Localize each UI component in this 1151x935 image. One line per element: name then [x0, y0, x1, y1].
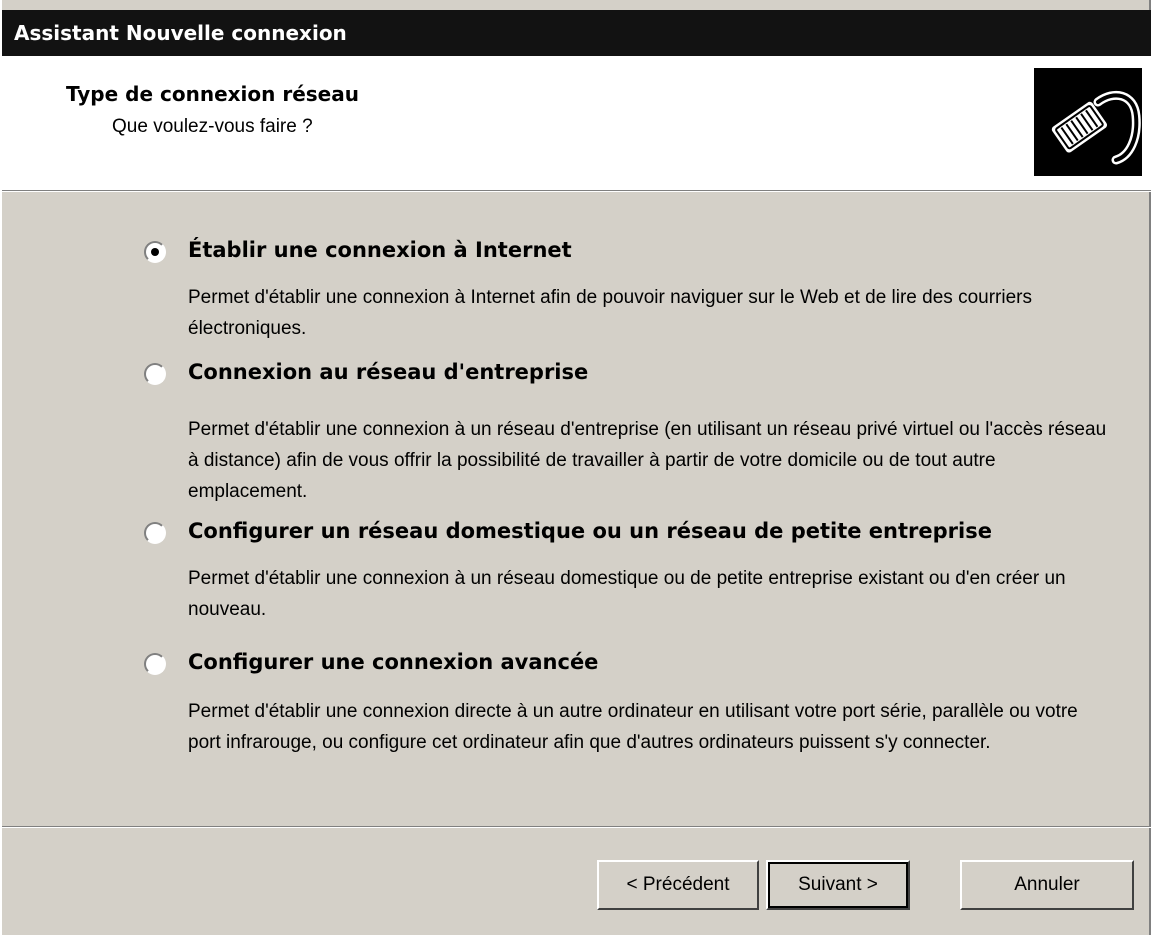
cancel-button[interactable]: Annuler: [960, 860, 1134, 910]
header-separator: [2, 190, 1151, 192]
option-home-network-label[interactable]: Configurer un réseau domestique ou un ré…: [188, 519, 992, 543]
option-internet-description: Permet d'établir une connexion à Interne…: [188, 287, 1032, 339]
title-bar: Assistant Nouvelle connexion: [2, 10, 1151, 56]
wizard-window: Assistant Nouvelle connexion Type de con…: [0, 0, 1151, 935]
option-corporate-network-label[interactable]: Connexion au réseau d'entreprise: [188, 360, 588, 384]
next-button[interactable]: Suivant >: [766, 860, 910, 910]
option-home-network-description: Permet d'établir une connexion à un rése…: [188, 568, 1066, 620]
option-advanced-connection-description: Permet d'établir une connexion directe à…: [188, 701, 1078, 753]
back-button[interactable]: < Précédent: [597, 860, 759, 910]
radio-home-network[interactable]: [144, 522, 166, 544]
wizard-header: Type de connexion réseau Que voulez-vous…: [2, 56, 1151, 190]
option-corporate-network-description: Permet d'établir une connexion à un rése…: [188, 419, 1107, 502]
option-advanced-connection-label[interactable]: Configurer une connexion avancée: [188, 650, 598, 674]
footer-separator: [2, 826, 1151, 828]
page-subtitle: Que voulez-vous faire ?: [112, 116, 313, 137]
page-title: Type de connexion réseau: [66, 82, 359, 106]
radio-advanced-connection[interactable]: [144, 653, 166, 675]
radio-corporate-network[interactable]: [144, 363, 166, 385]
network-cable-icon: [1034, 68, 1142, 176]
radio-internet[interactable]: [144, 241, 166, 263]
option-internet-label[interactable]: Établir une connexion à Internet: [188, 238, 572, 262]
